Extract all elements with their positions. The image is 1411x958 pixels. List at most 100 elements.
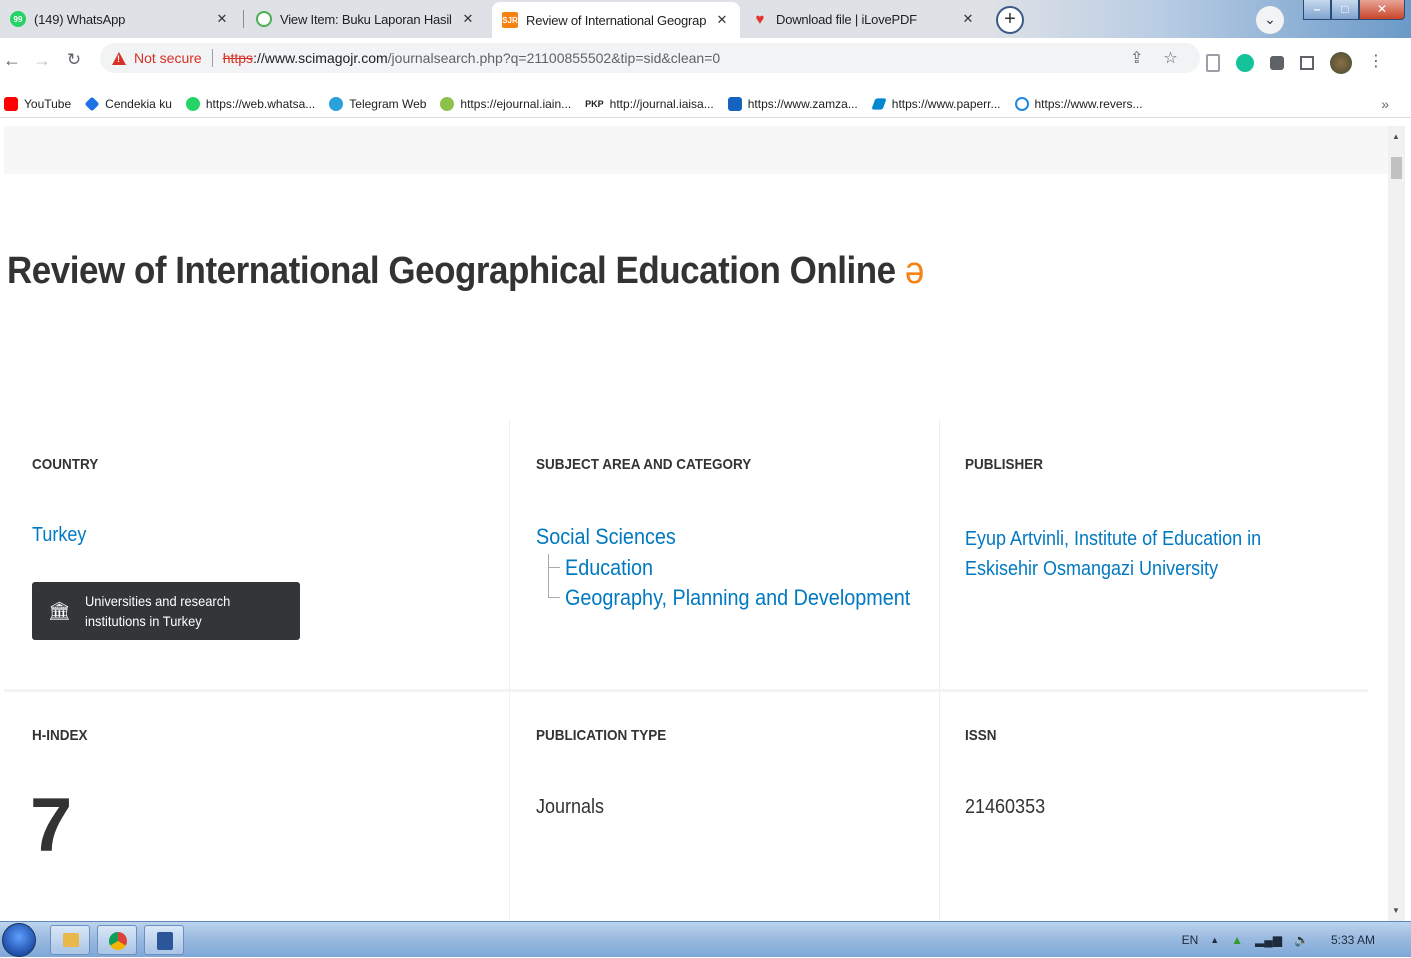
warning-icon: !: [112, 51, 126, 65]
word-taskbar-button[interactable]: [144, 925, 184, 955]
tab-title: Review of International Geograp: [526, 12, 707, 28]
column-divider: [509, 420, 510, 921]
system-tray: EN ▲ ▲ ▂▄▆ 🔈 5:33 AM: [1182, 922, 1375, 958]
tab-search-button[interactable]: ⌄: [1256, 6, 1284, 34]
category-link-geography[interactable]: Geography, Planning and Development: [565, 585, 910, 611]
chrome-taskbar-button[interactable]: [97, 925, 137, 955]
bookmark-label: YouTube: [24, 96, 72, 111]
scroll-up-icon[interactable]: ▲: [1392, 132, 1400, 141]
open-access-icon: ə: [904, 250, 924, 292]
publisher-link[interactable]: Eyup Artvinli, Institute of Education in…: [965, 524, 1334, 584]
browser-toolbar: ← → ↻ ! Not secure https://www.scimagojr…: [0, 38, 1411, 90]
issn-label: ISSN: [965, 727, 997, 744]
bookmark-whatsapp[interactable]: https://web.whatsa...: [185, 96, 316, 111]
journal-title: Review of International Geographical Edu…: [7, 250, 896, 292]
bookmark-youtube[interactable]: YouTube: [4, 96, 72, 111]
address-bar[interactable]: ! Not secure https://www.scimagojr.com/j…: [100, 43, 1200, 73]
tab-whatsapp[interactable]: 99 (149) WhatsApp ✕: [0, 4, 240, 34]
avatar[interactable]: [1330, 52, 1352, 74]
whatsapp-icon: 99: [10, 11, 26, 27]
maximize-button[interactable]: □: [1331, 0, 1359, 20]
omnibox-actions: ⇪ ☆: [1130, 48, 1178, 68]
start-button[interactable]: [2, 923, 36, 957]
back-button[interactable]: ←: [0, 50, 24, 71]
category-link-education[interactable]: Education: [565, 555, 653, 581]
menu-icon[interactable]: ⋮: [1368, 54, 1384, 72]
chrome-icon: [109, 932, 127, 950]
puzzle-icon[interactable]: [1270, 56, 1284, 70]
close-icon[interactable]: ✕: [460, 11, 476, 27]
window-close-button[interactable]: ✕: [1359, 0, 1405, 20]
show-hidden-icons-icon[interactable]: ▲: [1210, 935, 1219, 945]
side-panel-icon[interactable]: [1300, 56, 1314, 70]
bookmark-label: https://www.revers...: [1034, 96, 1143, 111]
scrollbar-thumb[interactable]: [1391, 157, 1402, 179]
scroll-down-icon[interactable]: ▼: [1392, 906, 1400, 915]
vertical-scrollbar[interactable]: ▲ ▼: [1388, 126, 1405, 921]
close-icon[interactable]: ✕: [214, 11, 230, 27]
language-indicator[interactable]: EN: [1182, 933, 1199, 947]
subject-area-link[interactable]: Social Sciences: [536, 524, 676, 550]
tab-ilovepdf[interactable]: ♥ Download file | iLovePDF ✕: [742, 4, 986, 34]
close-icon[interactable]: ✕: [960, 11, 976, 27]
tab-repository[interactable]: View Item: Buku Laporan Hasil Pe ✕: [246, 4, 486, 34]
bookmark-zamzar[interactable]: https://www.zamza...: [727, 96, 858, 111]
tree-connector: [548, 568, 560, 598]
publication-type-label: PUBLICATION TYPE: [536, 727, 667, 744]
institution-icon: 🏛: [48, 600, 71, 621]
star-icon[interactable]: ☆: [1163, 48, 1177, 68]
bookmark-telegram[interactable]: Telegram Web: [329, 96, 426, 111]
more-bookmarks-button[interactable]: »: [1381, 96, 1389, 112]
institutions-button[interactable]: 🏛 Universities and research institutions…: [32, 582, 300, 640]
subject-label: SUBJECT AREA AND CATEGORY: [536, 456, 752, 473]
signal-icon[interactable]: ▂▄▆: [1255, 933, 1282, 947]
forward-button[interactable]: →: [30, 50, 54, 71]
grammarly-icon[interactable]: [1236, 54, 1254, 72]
pkp-icon: PKP: [585, 98, 604, 109]
heart-icon: ♥: [755, 10, 765, 28]
bookmark-reverso[interactable]: https://www.revers...: [1014, 96, 1143, 111]
bookmark-label: Cendekia ku: [105, 96, 172, 111]
volume-icon[interactable]: 🔈: [1294, 933, 1309, 947]
word-icon: [157, 932, 173, 950]
sjr-icon: SJR: [502, 12, 518, 28]
publisher-label: PUBLISHER: [965, 456, 1044, 473]
minimize-button[interactable]: –: [1303, 0, 1331, 20]
tab-scimago[interactable]: SJR Review of International Geograp ✕: [492, 2, 740, 38]
bookmark-cendekia[interactable]: Cendekia ku: [84, 96, 172, 111]
url-host: ://www.scimagojr.com: [253, 50, 388, 66]
tab-title: Download file | iLovePDF: [776, 11, 917, 27]
clock[interactable]: 5:33 AM: [1331, 933, 1375, 947]
chevron-down-icon: ⌄: [1264, 11, 1276, 27]
share-icon[interactable]: ⇪: [1130, 48, 1143, 68]
bookmark-label: https://web.whatsa...: [205, 96, 316, 111]
country-link[interactable]: Turkey: [32, 524, 86, 547]
bookmark-label: https://ejournal.iain...: [460, 96, 572, 111]
tab-title: (149) WhatsApp: [34, 11, 126, 27]
windows-taskbar: EN ▲ ▲ ▂▄▆ 🔈 5:33 AM: [0, 921, 1411, 957]
close-icon[interactable]: ✕: [714, 12, 730, 28]
explorer-taskbar-button[interactable]: [50, 925, 90, 955]
security-label[interactable]: Not secure: [134, 50, 202, 66]
url-path: /journalsearch.php?q=21100855502&tip=sid…: [387, 50, 721, 66]
bookmark-ejournal[interactable]: https://ejournal.iain...: [440, 96, 572, 111]
youtube-icon: [4, 96, 18, 111]
bookmark-label: http://journal.iaisa...: [609, 96, 714, 111]
whatsapp-icon: [185, 96, 200, 111]
network-warning-icon[interactable]: ▲: [1231, 933, 1243, 947]
new-tab-button[interactable]: +: [996, 6, 1024, 34]
reload-button[interactable]: ↻: [62, 50, 86, 70]
page-title: Review of International Geographical Edu…: [7, 250, 924, 293]
bookmark-pkp[interactable]: PKP http://journal.iaisa...: [585, 97, 714, 111]
repository-icon: [256, 11, 272, 27]
publication-type-value: Journals: [536, 796, 605, 818]
bookmark-paperrater[interactable]: https://www.paperr...: [871, 97, 1001, 111]
tab-separator: [243, 10, 244, 28]
tree-connector: [548, 554, 560, 568]
telegram-icon: [329, 96, 344, 111]
paperrater-icon: [871, 97, 887, 110]
reverso-icon: [1014, 96, 1029, 111]
page-content: Review of International Geographical Edu…: [0, 126, 1393, 921]
document-icon[interactable]: [1206, 54, 1220, 72]
row-divider: [4, 689, 1368, 692]
